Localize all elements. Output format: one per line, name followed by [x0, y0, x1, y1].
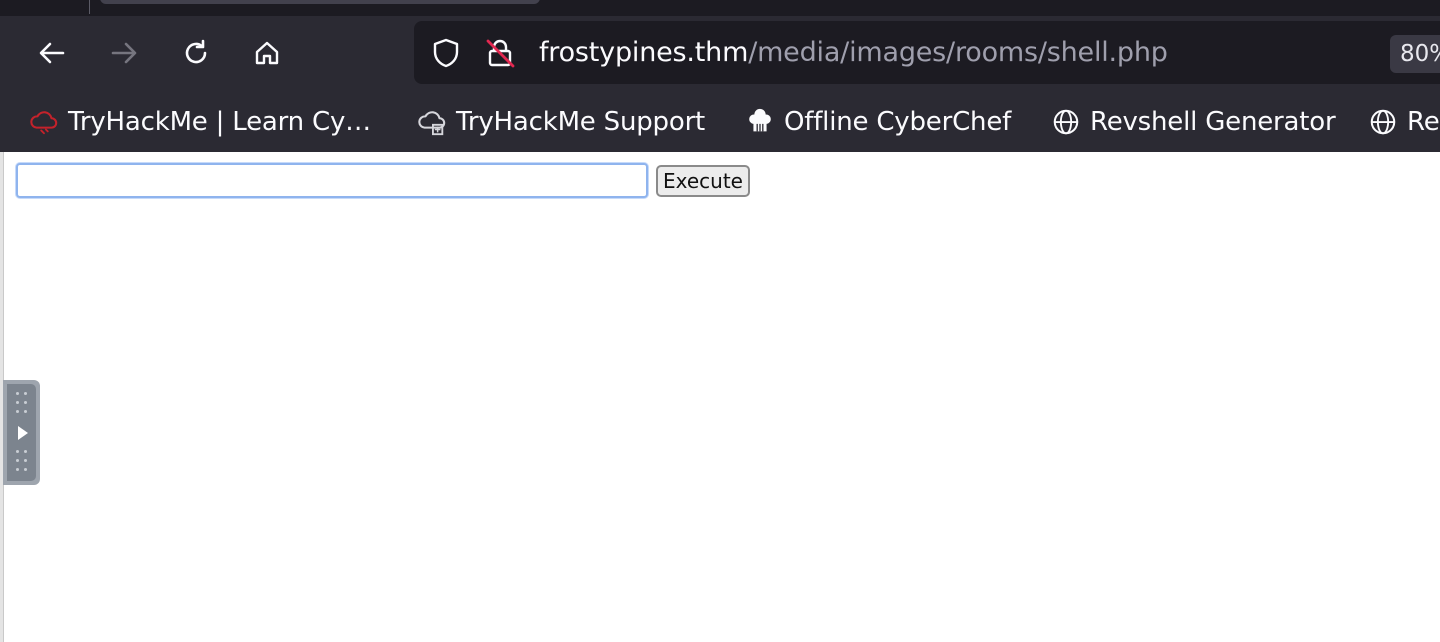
tryhackme-cloud-icon [28, 106, 60, 138]
tab-separator [89, 0, 90, 14]
url-text[interactable]: frostypines.thm/media/images/rooms/shell… [539, 35, 1168, 71]
bookmark-tryhackme-support[interactable]: TryHackMe Support [416, 102, 705, 142]
grip-dots-icon [16, 450, 30, 472]
insecure-lock-icon[interactable] [484, 37, 516, 69]
zoom-level-badge[interactable]: 80% [1390, 35, 1440, 73]
browser-chrome: frostypines.thm/media/images/rooms/shell… [0, 0, 1440, 152]
bookmark-label: Re [1407, 107, 1440, 137]
play-icon [18, 426, 28, 440]
reload-icon [185, 39, 207, 64]
bookmark-revshell-generator[interactable]: Revshell Generator [1050, 102, 1336, 142]
back-icon [39, 42, 65, 64]
bookmark-label: Offline CyberChef [784, 107, 1012, 137]
bookmark-label: Revshell Generator [1090, 107, 1336, 137]
url-path: /media/images/rooms/shell.php [748, 37, 1168, 68]
bookmark-tryhackme[interactable]: TryHackMe | Learn Cy… [28, 102, 371, 142]
globe-icon [1050, 106, 1082, 138]
execute-button[interactable]: Execute [656, 165, 750, 197]
url-bar[interactable]: frostypines.thm/media/images/rooms/shell… [414, 21, 1440, 84]
active-tab[interactable] [100, 0, 540, 4]
home-button[interactable] [246, 32, 288, 74]
support-cloud-icon [416, 106, 448, 138]
globe-icon [1367, 106, 1399, 138]
back-button[interactable] [31, 32, 73, 74]
tab-strip [0, 0, 1440, 16]
chef-hat-icon [744, 106, 776, 138]
home-icon [255, 41, 279, 65]
forward-icon [111, 42, 137, 64]
sidebar-toggle-inner [7, 384, 36, 481]
command-input[interactable] [16, 163, 648, 198]
forward-button[interactable] [103, 32, 145, 74]
bookmarks-toolbar: TryHackMe | Learn Cy… TryHackMe Support … [0, 98, 1440, 146]
bookmark-offline-cyberchef[interactable]: Offline CyberChef [744, 102, 1011, 142]
sidebar-toggle-handle[interactable] [3, 380, 40, 485]
url-host: frostypines.thm [539, 37, 749, 68]
bookmark-re[interactable]: Re [1367, 102, 1440, 142]
bookmark-label: TryHackMe Support [456, 107, 706, 137]
reload-button[interactable] [175, 32, 217, 74]
bookmark-label: TryHackMe | Learn Cy… [68, 107, 371, 137]
shield-icon[interactable] [430, 37, 462, 69]
grip-dots-icon [16, 392, 30, 414]
